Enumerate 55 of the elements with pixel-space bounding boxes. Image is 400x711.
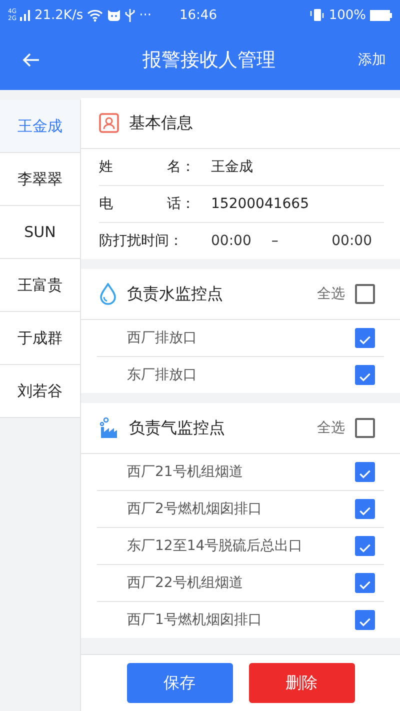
monitor-point-label: 西厂22号机组烟道 [127, 574, 243, 592]
contact-tab[interactable]: 李翠翠 [0, 153, 80, 206]
field-label: 电 [99, 195, 113, 213]
monitor-point-label: 东厂12至14号脱硫后总出口 [127, 537, 303, 555]
wifi-icon [87, 8, 104, 22]
select-all-label: 全选 [317, 285, 345, 303]
save-button[interactable]: 保存 [126, 663, 232, 703]
monitor-point-checkbox[interactable] [355, 365, 375, 385]
monitor-point-label: 西厂2号燃机烟囱排口 [127, 500, 262, 518]
vibrate-icon [308, 8, 325, 22]
back-arrow-icon[interactable] [22, 52, 40, 68]
end-time[interactable]: 00:00 [332, 233, 372, 249]
usb-icon [125, 8, 136, 22]
monitor-point-checkbox[interactable] [355, 328, 375, 348]
monitor-point-checkbox[interactable] [355, 499, 375, 519]
monitor-point-label: 西厂1号燃机烟囱排口 [127, 611, 262, 629]
monitor-point-checkbox[interactable] [355, 610, 375, 630]
battery-icon [370, 10, 392, 20]
start-time[interactable]: 00:00 [211, 233, 252, 249]
monitor-point-label: 西厂21号机组烟道 [127, 463, 243, 481]
contact-tab[interactable]: 刘若谷 [0, 365, 80, 418]
cat-icon [107, 9, 122, 21]
contact-tab[interactable]: 王富贵 [0, 259, 80, 312]
monitor-point-label: 西厂排放口 [127, 329, 197, 347]
more-indicator: ··· [139, 8, 152, 22]
contact-tab[interactable]: SUN [0, 206, 80, 259]
range-dash: – [271, 233, 278, 249]
field-label: 名： [167, 158, 195, 176]
clock: 16:46 [180, 8, 217, 22]
phone-value: 15200041665 [211, 196, 309, 212]
water-drop-icon [99, 283, 117, 305]
page-title: 报警接收人管理 [142, 48, 276, 73]
person-card-icon [99, 113, 119, 133]
contact-tab[interactable]: 于成群 [0, 312, 80, 365]
section-title: 负责气监控点 [129, 418, 225, 438]
select-all-checkbox[interactable] [355, 418, 375, 438]
factory-icon [99, 417, 119, 439]
monitor-point-checkbox[interactable] [355, 573, 375, 593]
add-button[interactable]: 添加 [358, 47, 386, 73]
select-all-checkbox[interactable] [355, 284, 375, 304]
delete-button[interactable]: 删除 [248, 663, 354, 703]
section-title: 基本信息 [129, 112, 193, 134]
field-label: 话： [167, 195, 195, 213]
monitor-point-checkbox[interactable] [355, 536, 375, 556]
field-label: 姓 [99, 158, 113, 176]
monitor-point-checkbox[interactable] [355, 462, 375, 482]
network-speed: 21.2K/s [34, 8, 84, 22]
select-all-label: 全选 [317, 419, 345, 437]
signal-icon [20, 10, 30, 20]
battery-percent: 100% [328, 8, 366, 22]
monitor-point-label: 东厂排放口 [127, 366, 197, 384]
name-value: 王金成 [211, 158, 253, 176]
field-label: 防打扰时间： [99, 232, 183, 250]
contact-tab[interactable]: 王金成 [0, 100, 80, 153]
section-title: 负责水监控点 [127, 284, 223, 304]
